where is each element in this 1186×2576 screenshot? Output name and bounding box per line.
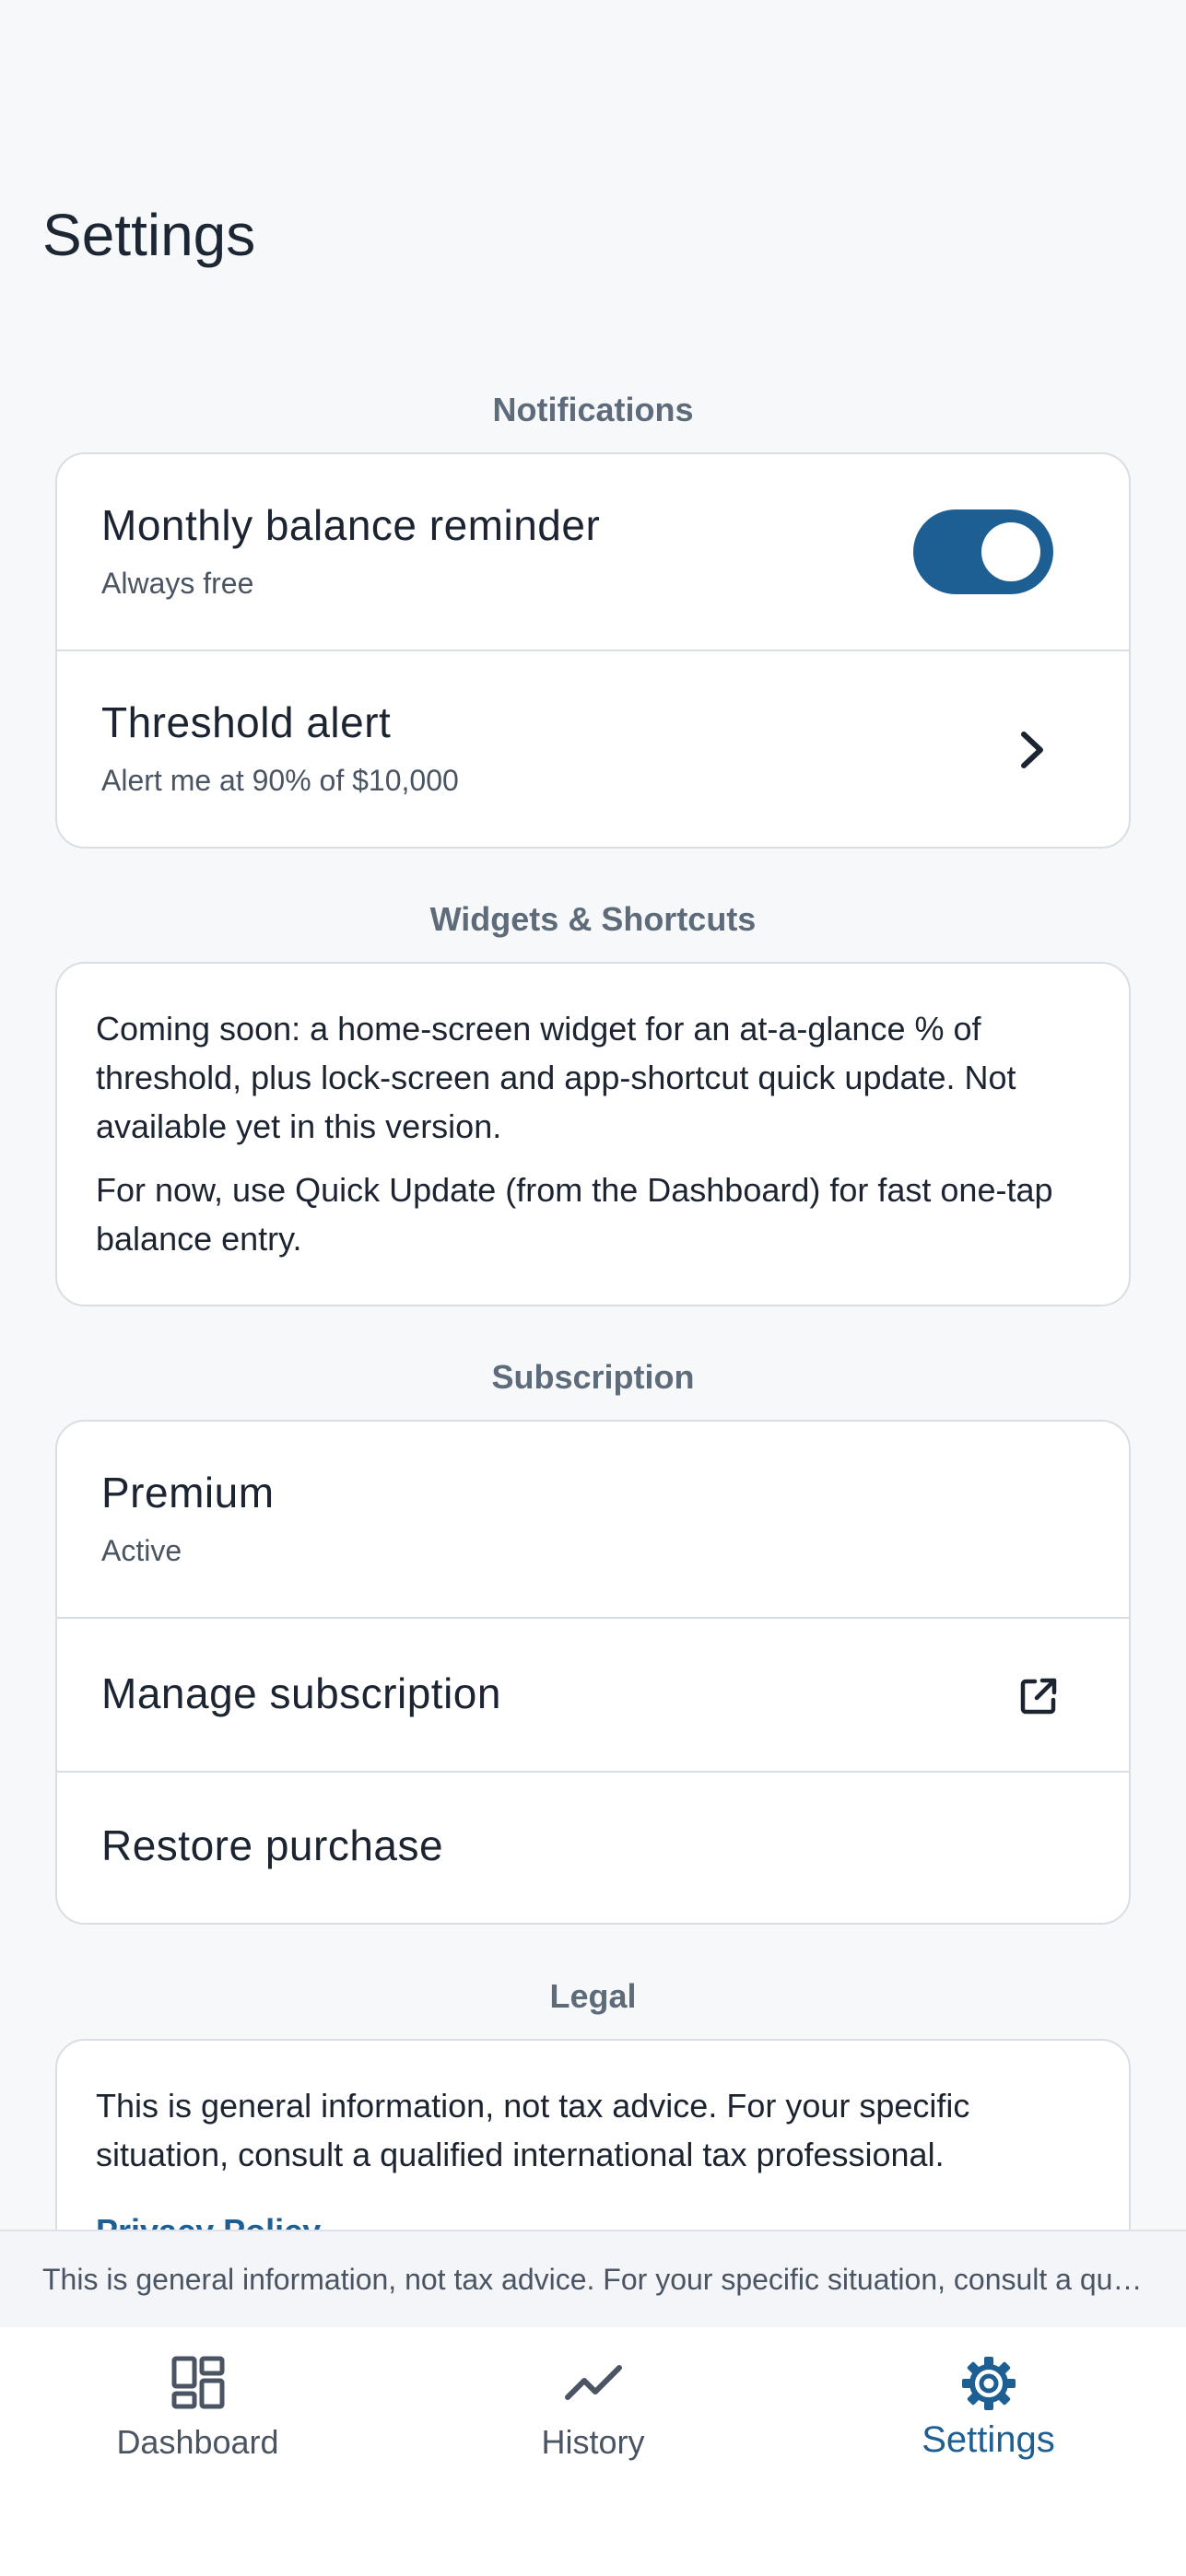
history-icon <box>564 2365 622 2400</box>
disclaimer-bar: This is general information, not tax adv… <box>0 2230 1186 2327</box>
disclaimer-text: This is general information, not tax adv… <box>42 2263 1148 2296</box>
settings-screen: Settings Notifications Monthly balance r… <box>0 0 1186 2576</box>
subscription-card: Premium Active Manage subscription Resto… <box>55 1420 1131 1925</box>
threshold-alert-row[interactable]: Threshold alert Alert me at 90% of $10,0… <box>57 651 1129 847</box>
gear-icon <box>961 2357 1016 2410</box>
threshold-alert-title: Threshold alert <box>101 698 392 746</box>
section-header-subscription: Subscription <box>491 1358 695 1396</box>
tab-dashboard-label: Dashboard <box>116 2423 279 2461</box>
tab-history[interactable]: History <box>395 2327 791 2512</box>
widgets-paragraph-1: Coming soon: a home-screen widget for an… <box>96 1010 1016 1145</box>
tab-dashboard[interactable]: Dashboard <box>0 2327 395 2512</box>
dashboard-icon <box>171 2356 224 2409</box>
page-title: Settings <box>42 202 256 268</box>
tab-settings[interactable]: Settings <box>791 2327 1186 2512</box>
monthly-reminder-toggle[interactable] <box>913 509 1053 594</box>
threshold-alert-subtitle: Alert me at 90% of $10,000 <box>101 764 459 797</box>
section-header-widgets: Widgets & Shortcuts <box>429 900 757 938</box>
premium-status: Active <box>101 1534 182 1567</box>
monthly-reminder-title: Monthly balance reminder <box>101 501 601 549</box>
section-header-notifications: Notifications <box>492 391 694 428</box>
manage-subscription-label: Manage subscription <box>101 1669 501 1717</box>
bottom-tab-bar: Dashboard History Settings <box>0 2327 1186 2576</box>
legal-text: This is general information, not tax adv… <box>96 2087 970 2173</box>
restore-purchase-row[interactable]: Restore purchase <box>57 1773 1129 1923</box>
manage-subscription-row[interactable]: Manage subscription <box>57 1619 1129 1773</box>
toggle-knob <box>981 522 1040 581</box>
premium-title: Premium <box>101 1469 275 1516</box>
restore-purchase-label: Restore purchase <box>101 1821 444 1869</box>
monthly-reminder-row[interactable]: Monthly balance reminder Always free <box>57 454 1129 651</box>
chevron-right-icon <box>1021 732 1043 768</box>
widgets-paragraph-2: For now, use Quick Update (from the Dash… <box>96 1171 1053 1258</box>
monthly-reminder-subtitle: Always free <box>101 567 254 600</box>
widgets-card: Coming soon: a home-screen widget for an… <box>55 962 1131 1306</box>
section-header-legal: Legal <box>549 1977 637 2015</box>
external-link-icon <box>1020 1678 1057 1715</box>
tab-settings-label: Settings <box>922 2419 1055 2460</box>
notifications-card: Monthly balance reminder Always free Thr… <box>55 452 1131 849</box>
tab-history-label: History <box>541 2423 645 2461</box>
premium-row: Premium Active <box>57 1422 1129 1619</box>
